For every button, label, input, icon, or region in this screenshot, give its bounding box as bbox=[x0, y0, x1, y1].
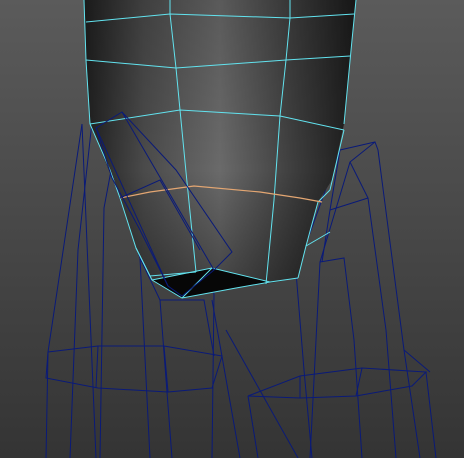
maya-3d-viewport[interactable] bbox=[0, 0, 464, 458]
viewport-scene[interactable] bbox=[0, 0, 464, 458]
